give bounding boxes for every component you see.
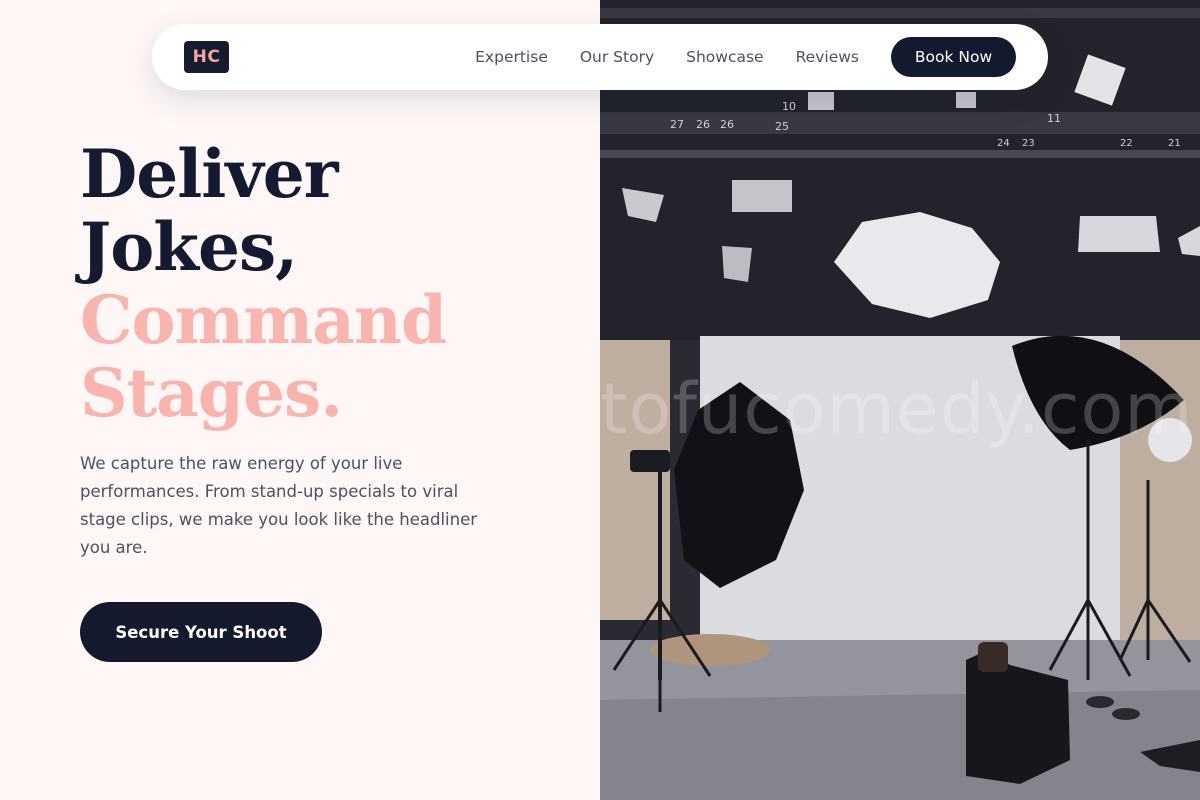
nav-link-our-story[interactable]: Our Story (580, 48, 654, 66)
headline-accent-line: Stages. (80, 354, 343, 432)
nav-link-reviews[interactable]: Reviews (796, 48, 859, 66)
top-navigation-bar: HC Expertise Our Story Showcase Reviews … (152, 24, 1048, 90)
headline-line: Deliver (80, 135, 338, 213)
headline-line: Jokes, (80, 208, 298, 286)
nav-links: Expertise Our Story Showcase Reviews Boo… (475, 37, 1016, 77)
headline-accent-line: Command (80, 281, 447, 359)
brand-logo[interactable]: HC (184, 41, 229, 73)
nav-link-showcase[interactable]: Showcase (686, 48, 763, 66)
nav-link-expertise[interactable]: Expertise (475, 48, 548, 66)
secure-your-shoot-button[interactable]: Secure Your Shoot (80, 602, 322, 662)
hero-description: We capture the raw energy of your live p… (80, 454, 478, 557)
hero-headline: Deliver Jokes, Command Stages. (80, 135, 447, 432)
photo-watermark: tofucomedy.com (600, 368, 1194, 450)
book-now-button[interactable]: Book Now (891, 37, 1016, 77)
